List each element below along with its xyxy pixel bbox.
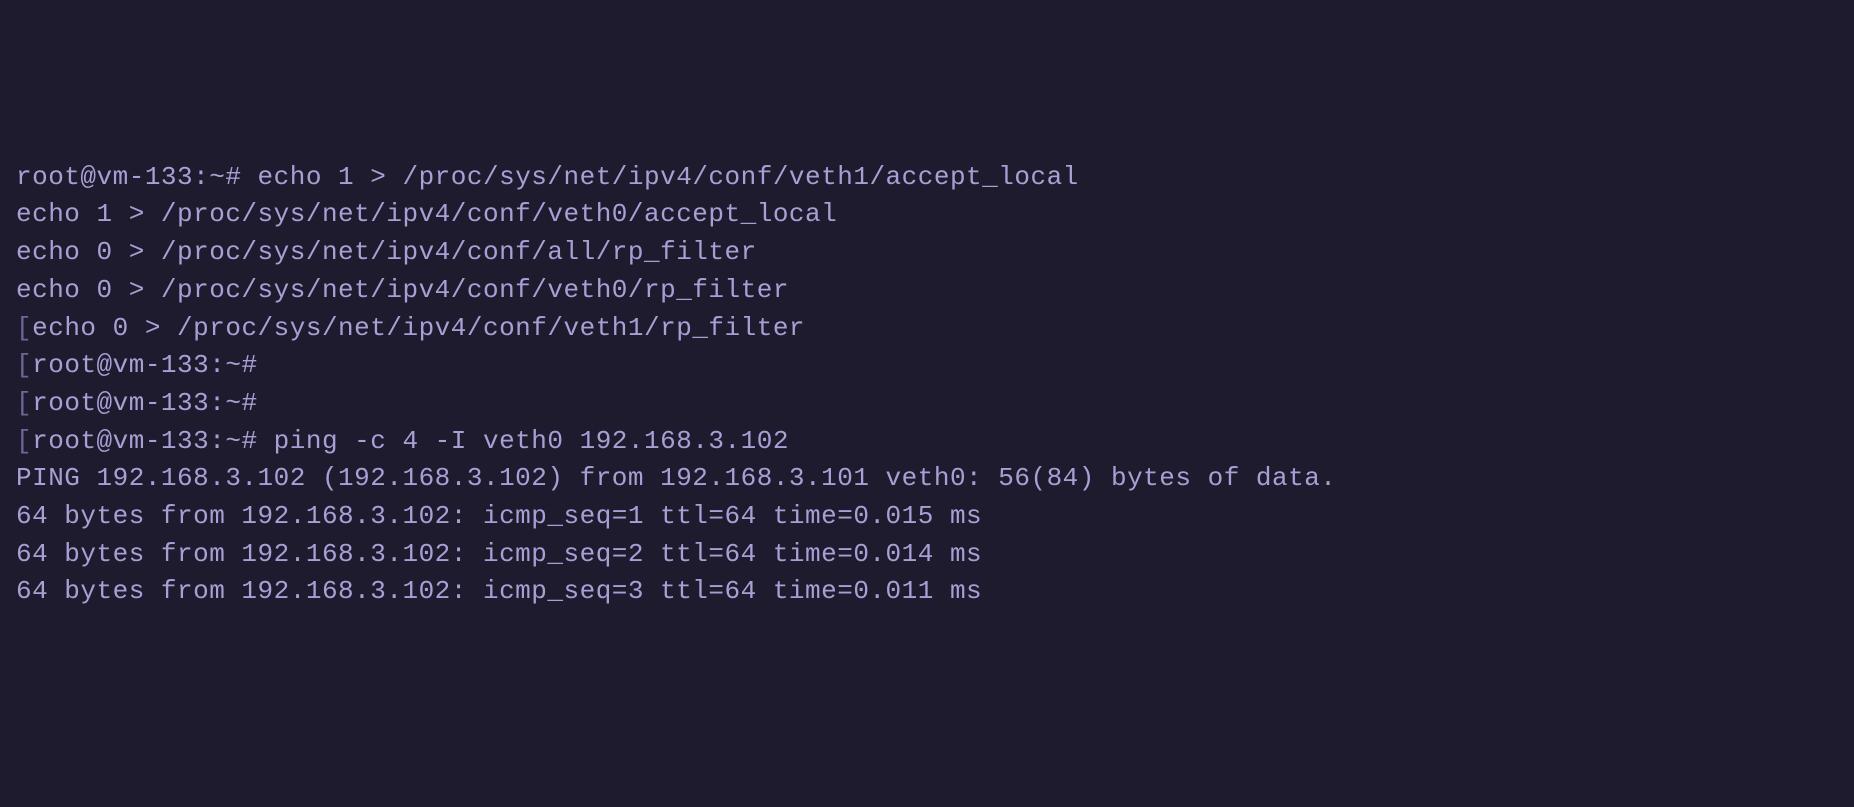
terminal-line: 64 bytes from 192.168.3.102: icmp_seq=2 …	[16, 536, 1838, 574]
command-text: echo 0 > /proc/sys/net/ipv4/conf/veth0/r…	[16, 275, 789, 305]
terminal-line: echo 0 > /proc/sys/net/ipv4/conf/all/rp_…	[16, 234, 1838, 272]
bracket: [	[16, 388, 32, 418]
shell-prompt: root@vm-133:~#	[32, 350, 274, 380]
output-text: PING 192.168.3.102 (192.168.3.102) from …	[16, 463, 1336, 493]
shell-prompt: root@vm-133:~#	[16, 162, 258, 192]
bracket: [	[16, 426, 32, 456]
terminal-line: [root@vm-133:~#	[16, 347, 1838, 385]
output-text: 64 bytes from 192.168.3.102: icmp_seq=3 …	[16, 576, 982, 606]
bracket: [	[16, 350, 32, 380]
shell-prompt: root@vm-133:~#	[32, 388, 274, 418]
command-text: echo 1 > /proc/sys/net/ipv4/conf/veth1/a…	[258, 162, 1079, 192]
terminal-line: echo 0 > /proc/sys/net/ipv4/conf/veth0/r…	[16, 272, 1838, 310]
command-text: echo 0 > /proc/sys/net/ipv4/conf/veth1/r…	[32, 313, 805, 343]
output-text: 64 bytes from 192.168.3.102: icmp_seq=2 …	[16, 539, 982, 569]
terminal-line: [echo 0 > /proc/sys/net/ipv4/conf/veth1/…	[16, 310, 1838, 348]
output-text: 64 bytes from 192.168.3.102: icmp_seq=1 …	[16, 501, 982, 531]
terminal-line: root@vm-133:~# echo 1 > /proc/sys/net/ip…	[16, 159, 1838, 197]
terminal-line: [root@vm-133:~# ping -c 4 -I veth0 192.1…	[16, 423, 1838, 461]
shell-prompt: root@vm-133:~#	[32, 426, 274, 456]
terminal-line: PING 192.168.3.102 (192.168.3.102) from …	[16, 460, 1838, 498]
terminal-line: [root@vm-133:~#	[16, 385, 1838, 423]
command-text: echo 1 > /proc/sys/net/ipv4/conf/veth0/a…	[16, 199, 837, 229]
terminal-line: echo 1 > /proc/sys/net/ipv4/conf/veth0/a…	[16, 196, 1838, 234]
terminal-line: 64 bytes from 192.168.3.102: icmp_seq=3 …	[16, 573, 1838, 611]
command-text: echo 0 > /proc/sys/net/ipv4/conf/all/rp_…	[16, 237, 757, 267]
bracket: [	[16, 313, 32, 343]
command-text: ping -c 4 -I veth0 192.168.3.102	[274, 426, 789, 456]
terminal-output[interactable]: root@vm-133:~# echo 1 > /proc/sys/net/ip…	[16, 159, 1838, 611]
terminal-line: 64 bytes from 192.168.3.102: icmp_seq=1 …	[16, 498, 1838, 536]
